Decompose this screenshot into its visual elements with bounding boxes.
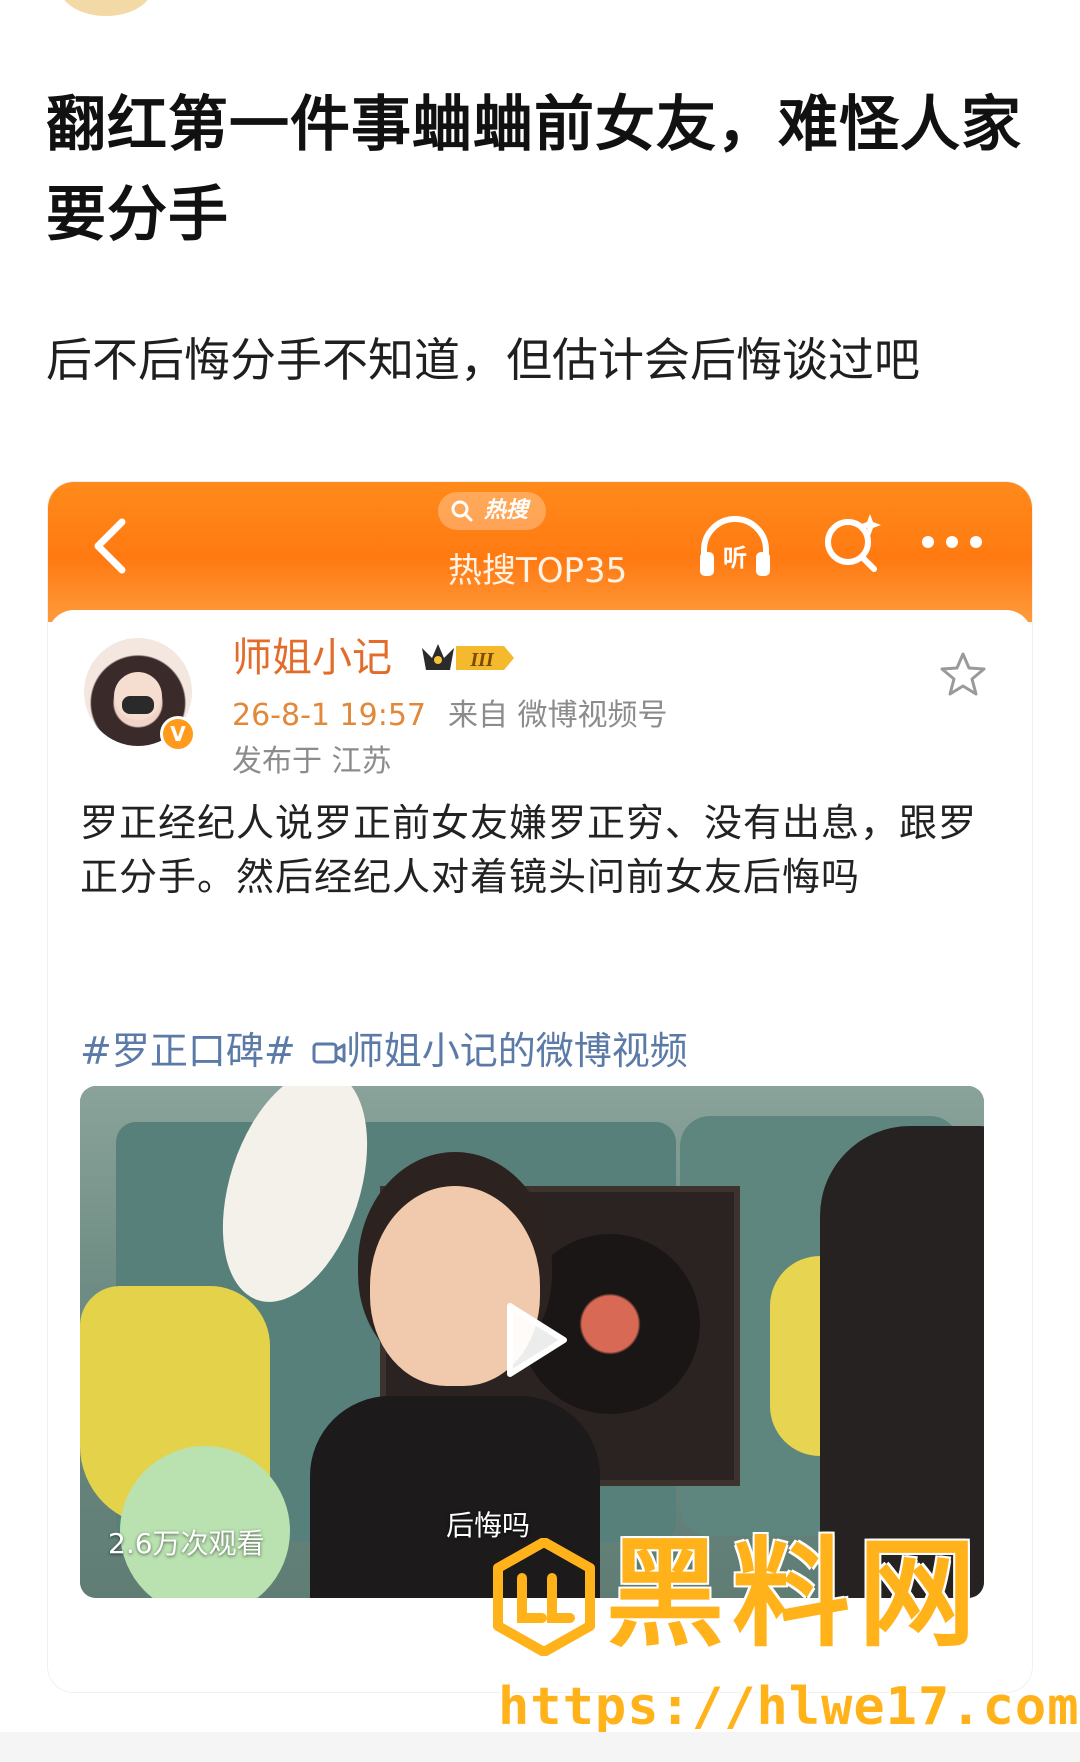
hot-search-rank-title: 热搜TOP35 — [448, 551, 628, 591]
watermark-logo-icon — [493, 1538, 595, 1656]
play-icon[interactable] — [476, 1286, 584, 1394]
hot-search-header: 热搜 热搜TOP35 听 — [48, 482, 1032, 622]
level-badge-label: III — [469, 649, 495, 671]
favorite-star-icon[interactable] — [938, 650, 988, 700]
author-avatar[interactable]: V — [84, 638, 196, 752]
watermark-url: https://hlwe17.com — [498, 1677, 1080, 1737]
back-arrow-icon[interactable] — [88, 516, 132, 576]
post-text: 罗正经纪人说罗正前女友嫌罗正穷、没有出息，跟罗正分手。然后经纪人对着镜头问前女友… — [80, 801, 978, 899]
video-link[interactable]: 师姐小记的微博视频 — [346, 1029, 688, 1073]
article-subtitle: 后不后悔分手不知道，但估计会后悔谈过吧 — [46, 333, 920, 387]
previous-post-avatar — [60, 0, 152, 16]
hot-search-pill[interactable]: 热搜 — [438, 492, 547, 530]
verified-badge-icon: V — [160, 716, 196, 752]
post-timestamp: 26-8-1 19:57 — [232, 698, 426, 733]
post-source: 来自 微博视频号 — [448, 698, 668, 733]
watermark-brand: 黑料网 — [606, 1525, 985, 1663]
search-small-icon — [451, 500, 473, 522]
svg-text:听: 听 — [723, 544, 747, 572]
article-title: 翻红第一件事蛐蛐前女友，难怪人家要分手 — [46, 90, 1022, 250]
page-bottom-bar — [0, 1732, 1080, 1762]
embedded-weibo-screenshot: 热搜 热搜TOP35 听 V 师姐小记 III 26-8-1 19:57 来自 … — [48, 482, 1032, 1692]
author-name[interactable]: 师姐小记 — [232, 632, 392, 684]
post-location: 发布于 江苏 — [232, 744, 392, 779]
video-thumbnail[interactable]: 2.6万次观看 后悔吗 — [80, 1086, 984, 1598]
hot-search-pill-label: 热搜 — [484, 498, 529, 523]
headphones-listen-icon[interactable]: 听 — [696, 512, 774, 582]
search-spark-icon[interactable] — [820, 510, 884, 574]
crown-level-badge-icon: III — [422, 644, 514, 671]
video-view-count: 2.6万次观看 — [108, 1527, 265, 1560]
avatar-mask — [122, 696, 154, 714]
more-options-icon[interactable] — [920, 530, 984, 554]
video-camera-icon — [312, 1042, 346, 1064]
post-tags: #罗正口碑# 师姐小记的微博视频 — [80, 1026, 1000, 1076]
hashtag-link[interactable]: #罗正口碑# — [80, 1029, 296, 1073]
